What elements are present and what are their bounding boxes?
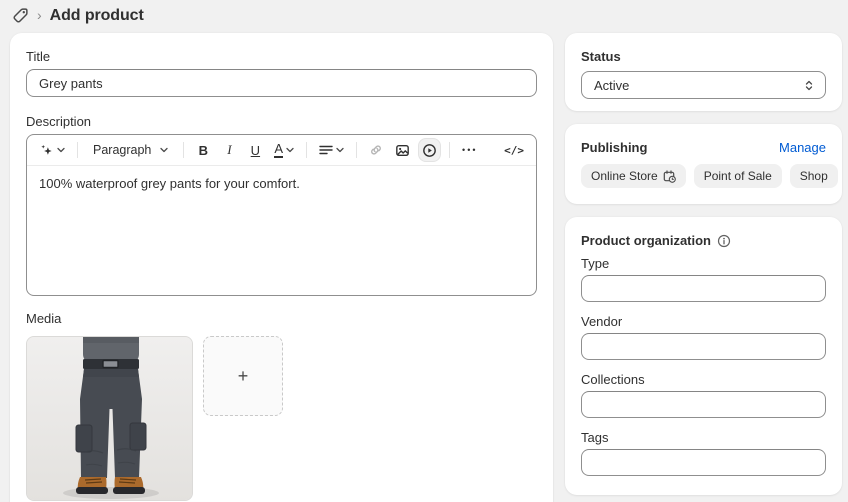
italic-button[interactable]: I: [218, 138, 240, 162]
vendor-input[interactable]: [581, 333, 826, 360]
toolbar-divider: [306, 142, 308, 158]
status-card: Status Active: [565, 33, 842, 111]
chevron-down-icon: [286, 147, 294, 153]
description-label: Description: [26, 114, 92, 129]
insert-video-button[interactable]: [418, 138, 442, 162]
title-label: Title: [26, 49, 51, 64]
chevron-down-icon: [160, 147, 169, 153]
media-label: Media: [26, 311, 62, 326]
align-left-icon: [319, 145, 333, 155]
product-organization-card: Product organization Type Vendor Collect…: [565, 217, 842, 495]
paragraph-style-label: Paragraph: [93, 143, 152, 157]
collections-label: Collections: [581, 372, 645, 387]
page-title: Add product: [49, 6, 144, 24]
insert-image-button[interactable]: [391, 138, 414, 162]
description-editor: Paragraph B I U A ••• </> 100% waterproo…: [26, 134, 537, 296]
bold-label: B: [198, 142, 209, 158]
type-label: Type: [581, 256, 610, 271]
plus-icon: +: [237, 365, 249, 386]
text-color-button[interactable]: A: [270, 138, 298, 162]
add-media-button[interactable]: +: [203, 336, 283, 416]
status-heading: Status: [581, 49, 621, 64]
toolbar-divider: [449, 142, 451, 158]
products-tag-icon[interactable]: [12, 7, 29, 24]
vendor-label: Vendor: [581, 314, 623, 329]
publishing-heading: Publishing: [581, 140, 648, 155]
insert-link-button[interactable]: [365, 138, 387, 162]
chevron-down-icon: [336, 147, 344, 153]
sales-channel-list: Online Store Point of Sale Shop: [581, 164, 838, 188]
text-color-label: A: [274, 141, 284, 158]
product-organization-heading: Product organization: [581, 233, 711, 248]
main-content: Title Description: [0, 33, 848, 502]
status-select-value: Active: [594, 77, 630, 93]
video-play-icon: [423, 143, 436, 157]
alignment-button[interactable]: [315, 138, 348, 162]
channel-pill-pos: Point of Sale: [693, 164, 782, 188]
channel-pill-label: Online Store: [591, 169, 658, 183]
info-tooltip-button[interactable]: [717, 234, 731, 248]
ai-assist-button[interactable]: [35, 138, 69, 162]
channel-pill-label: Point of Sale: [703, 169, 772, 183]
info-icon: [717, 234, 731, 247]
breadcrumb: › Add product: [0, 0, 848, 33]
code-icon: </>: [504, 143, 524, 157]
schedule-calendar-icon: [663, 169, 676, 183]
right-column: Status Active Publishing Manage Online S…: [565, 33, 842, 495]
show-html-button[interactable]: </>: [500, 138, 528, 162]
tags-input[interactable]: [581, 449, 826, 476]
title-input[interactable]: [26, 69, 537, 97]
product-image-thumbnail[interactable]: [26, 336, 193, 501]
grey-pants-photo: [27, 337, 192, 500]
chevron-down-icon: [57, 147, 65, 153]
more-options-icon: •••: [462, 145, 478, 155]
publishing-card: Publishing Manage Online Store Point of …: [565, 124, 842, 204]
tags-label: Tags: [581, 430, 609, 445]
channel-pill-online-store: Online Store: [581, 164, 686, 188]
underline-label: U: [250, 142, 261, 158]
more-options-button[interactable]: •••: [458, 138, 481, 162]
channel-pill-label: Shop: [799, 169, 828, 183]
toolbar-divider: [77, 142, 78, 158]
image-icon: [396, 144, 409, 156]
status-select[interactable]: Active: [581, 71, 826, 99]
toolbar-divider: [356, 142, 358, 158]
breadcrumb-separator: ›: [37, 6, 42, 23]
toolbar-divider: [183, 142, 185, 158]
left-column: Title Description: [10, 33, 553, 502]
collections-input[interactable]: [581, 391, 826, 418]
editor-toolbar: Paragraph B I U A ••• </>: [27, 135, 536, 166]
tag-icon: [13, 8, 28, 23]
description-input[interactable]: 100% waterproof grey pants for your comf…: [27, 166, 536, 295]
select-updown-icon: [805, 80, 813, 90]
type-input[interactable]: [581, 275, 826, 302]
product-details-card: Title Description: [10, 33, 553, 502]
channel-pill-shop: Shop: [789, 164, 838, 188]
underline-button[interactable]: U: [244, 138, 266, 162]
link-icon: [371, 145, 382, 155]
media-section: +: [26, 336, 537, 501]
italic-label: I: [227, 142, 232, 157]
bold-button[interactable]: B: [192, 138, 214, 162]
ai-sparkle-icon: [41, 144, 52, 155]
manage-publishing-link[interactable]: Manage: [779, 140, 826, 155]
paragraph-style-dropdown[interactable]: Paragraph: [86, 138, 175, 162]
